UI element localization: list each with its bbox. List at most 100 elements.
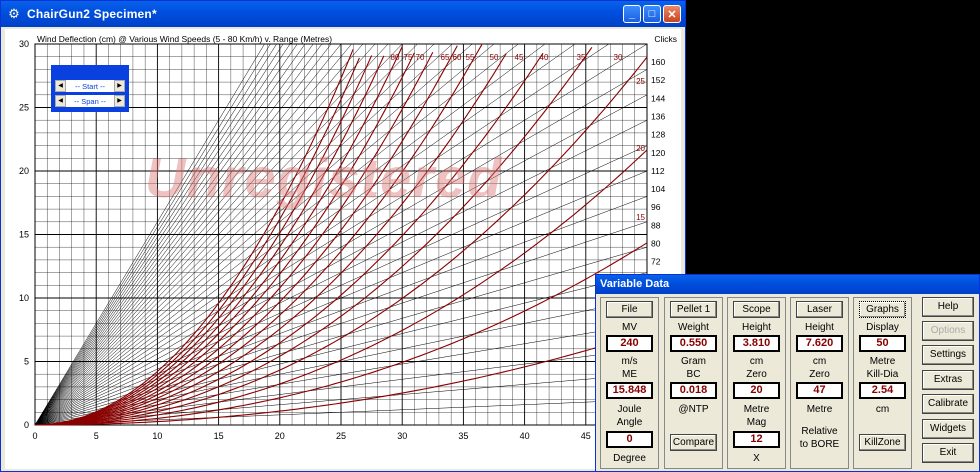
y-tick-label: 10 [19, 293, 29, 303]
me-label: ME [622, 369, 637, 380]
chart-area: 0510152025303540450510152025308162432404… [5, 29, 681, 469]
widgets-button[interactable]: Widgets [922, 419, 974, 439]
start-label: -- Start -- [75, 81, 105, 91]
scope-zero-field[interactable]: 20 [733, 382, 780, 399]
weight-label: Weight [678, 322, 709, 333]
x-tick-label: 35 [458, 431, 468, 441]
kill-dia-label: Kill-Dia [866, 369, 899, 380]
chart-title: Wind Deflection (cm) @ Various Wind Spee… [37, 34, 333, 44]
y-tick-label: 25 [19, 103, 29, 113]
minimize-button[interactable]: _ [623, 5, 641, 23]
x-tick-label: 0 [32, 431, 37, 441]
mag-label: Mag [746, 417, 767, 428]
laser-button[interactable]: Laser [796, 301, 843, 318]
display-label: Display [866, 322, 899, 333]
clicks-tick-label: 104 [651, 184, 665, 194]
span-row: ◀ -- Span -- ▶ [55, 95, 125, 107]
bc-unit: @NTP [678, 404, 709, 415]
start-left-arrow-icon[interactable]: ◀ [55, 80, 66, 92]
wind-speed-label: 40 [540, 53, 549, 62]
weight-field[interactable]: 0.550 [670, 335, 717, 352]
me-unit: Joule [617, 404, 642, 415]
angle-field[interactable]: 0 [606, 431, 653, 448]
start-right-arrow-icon[interactable]: ▶ [114, 80, 125, 92]
y-tick-label: 30 [19, 39, 29, 49]
maximize-button[interactable]: □ [643, 5, 661, 23]
variable-data-title[interactable]: Variable Data [596, 275, 979, 294]
pellet-column: Pellet 1 Weight 0.550 Gram BC 0.018 @NTP… [664, 297, 723, 469]
scope-zero-label: Zero [746, 369, 767, 380]
y-tick-label: 5 [24, 357, 29, 367]
bc-field[interactable]: 0.018 [670, 382, 717, 399]
pellet-button[interactable]: Pellet 1 [670, 301, 717, 318]
laser-height-field[interactable]: 7.620 [796, 335, 843, 352]
help-button[interactable]: Help [922, 297, 974, 317]
mv-unit: m/s [621, 356, 638, 367]
x-tick-label: 30 [397, 431, 407, 441]
clicks-label: Clicks [654, 34, 677, 44]
laser-height-unit: cm [812, 356, 827, 367]
start-row: ◀ -- Start -- ▶ [55, 80, 125, 92]
wind-speed-label: 55 [466, 53, 475, 62]
mag-field[interactable]: 12 [733, 431, 780, 448]
compare-button[interactable]: Compare [670, 434, 717, 451]
mv-label: MV [622, 322, 637, 333]
laser-zero-field[interactable]: 47 [796, 382, 843, 399]
scope-height-field[interactable]: 3.810 [733, 335, 780, 352]
wind-speed-label: 25 [636, 77, 645, 86]
laser-zero-label: Zero [809, 369, 830, 380]
options-button[interactable]: Options [922, 321, 974, 341]
clicks-tick-label: 136 [651, 111, 665, 121]
exit-button[interactable]: Exit [922, 443, 974, 463]
display-unit: Metre [869, 356, 896, 367]
main-window: ⚙ ChairGun2 Specimen* _ □ ✕ 0 5 10 15 20 25 30… [0, 0, 686, 472]
wind-speed-label: 15 [636, 213, 645, 222]
clicks-tick-label: 120 [651, 148, 665, 158]
wind-speed-label: 80 [391, 53, 400, 62]
span-left-arrow-icon[interactable]: ◀ [55, 95, 66, 107]
clicks-tick-label: 112 [651, 166, 665, 176]
scope-button[interactable]: Scope [733, 301, 780, 318]
file-button[interactable]: File [606, 301, 653, 318]
scope-height-label: Height [742, 322, 771, 333]
angle-unit: Degree [613, 453, 646, 464]
start-span-control: ◀ -- Start -- ▶ ◀ -- Span -- ▶ [51, 65, 129, 112]
span-label: -- Span -- [74, 96, 106, 106]
graphs-button[interactable]: Graphs [859, 301, 906, 318]
extras-button[interactable]: Extras [922, 370, 974, 390]
me-field[interactable]: 15.848 [606, 382, 653, 399]
calibrate-button[interactable]: Calibrate [922, 394, 974, 414]
clicks-tick-label: 152 [651, 75, 665, 85]
wind-speed-label: 20 [636, 144, 645, 153]
window-title: ChairGun2 Specimen* [27, 7, 157, 21]
clicks-tick-label: 96 [651, 202, 661, 212]
wind-speed-label: 70 [416, 53, 425, 62]
clicks-tick-label: 80 [651, 239, 661, 249]
scope-zero-unit: Metre [743, 404, 770, 415]
wind-speed-label: 50 [490, 53, 499, 62]
display-field[interactable]: 50 [859, 335, 906, 352]
scope-height-unit: cm [749, 356, 764, 367]
relative-label: Relative [801, 426, 838, 437]
graphs-column: Graphs Display 50 Metre Kill-Dia 2.54 cm… [853, 297, 912, 469]
settings-button[interactable]: Settings [922, 345, 974, 365]
velocity-column: File MV 240 m/s ME 15.848 Joule Angle 0 … [600, 297, 659, 469]
title-bar[interactable]: ⚙ ChairGun2 Specimen* _ □ ✕ [1, 1, 685, 27]
bc-label: BC [686, 369, 701, 380]
wind-speed-label: 45 [515, 53, 524, 62]
span-right-arrow-icon[interactable]: ▶ [114, 95, 125, 107]
kill-dia-unit: cm [875, 404, 890, 415]
clicks-tick-label: 88 [651, 220, 661, 230]
angle-label: Angle [616, 417, 643, 428]
wind-speed-label: 65 [441, 53, 450, 62]
kill-dia-field[interactable]: 2.54 [859, 382, 906, 399]
y-tick-label: 20 [19, 166, 29, 176]
mv-field[interactable]: 240 [606, 335, 653, 352]
laser-zero-unit: Metre [806, 404, 833, 415]
wind-speed-label: 60 [453, 53, 462, 62]
close-button[interactable]: ✕ [663, 5, 681, 23]
x-tick-label: 20 [275, 431, 285, 441]
variable-data-dialog: Variable Data File MV 240 m/s ME 15.848 … [595, 274, 980, 472]
x-tick-label: 40 [520, 431, 530, 441]
killzone-button[interactable]: KillZone [859, 434, 906, 451]
